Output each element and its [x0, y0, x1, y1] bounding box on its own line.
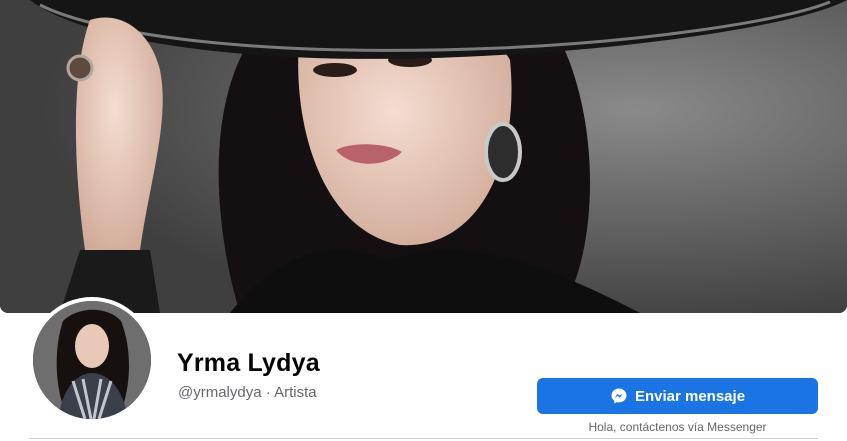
- cover-photo-image: [0, 0, 847, 313]
- page-subtitle: @yrmalydya · Artista: [178, 384, 317, 401]
- send-message-label: Enviar mensaje: [634, 387, 746, 405]
- avatar[interactable]: [33, 301, 151, 419]
- messenger-icon: [611, 388, 627, 404]
- send-message-button[interactable]: Enviar mensaje: [537, 378, 818, 414]
- cover-photo[interactable]: [0, 0, 847, 313]
- section-divider: [29, 438, 818, 439]
- meta-separator: ·: [261, 384, 275, 401]
- page-handle: @yrmalydya: [178, 384, 262, 401]
- messenger-hint: Hola, contáctenos vía Messenger: [588, 420, 767, 434]
- page-category[interactable]: Artista: [274, 384, 317, 401]
- page-title: Yrma Lydya: [177, 349, 320, 377]
- avatar-image: [33, 301, 151, 419]
